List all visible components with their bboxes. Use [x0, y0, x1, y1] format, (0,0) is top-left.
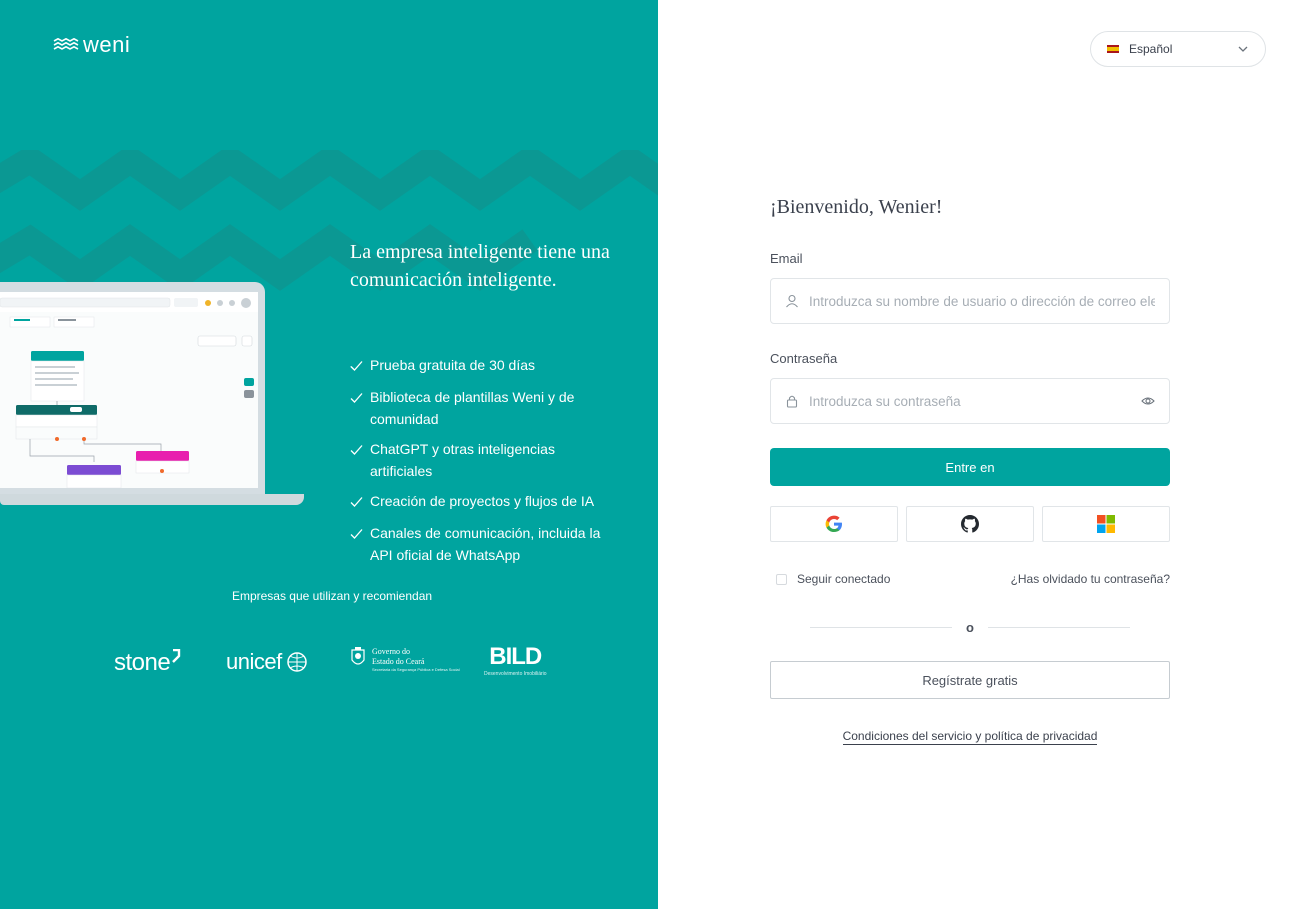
- unicef-globe-icon: [286, 652, 307, 672]
- feature-text: Canales de comunicación, incluida la API…: [370, 525, 601, 563]
- user-icon: [786, 294, 798, 308]
- login-form: ¡Bienvenido, Wenier! Email Contraseña En…: [770, 196, 1170, 745]
- feature-text: Prueba gratuita de 30 días: [370, 357, 536, 373]
- feature-text: Biblioteca de plantillas Weni y de comun…: [370, 389, 575, 427]
- microsoft-login-button[interactable]: [1042, 506, 1170, 542]
- laptop-illustration: [0, 282, 304, 507]
- chevron-down-icon: [1238, 46, 1248, 52]
- language-label: Español: [1129, 42, 1173, 56]
- password-field-container: [770, 378, 1170, 424]
- feature-item: Prueba gratuita de 30 días: [350, 354, 610, 378]
- microsoft-icon: [1097, 515, 1115, 533]
- feature-item: ChatGPT y otras inteligencias artificial…: [350, 438, 610, 482]
- flow-editor-preview: [0, 292, 258, 488]
- terms-container: Condiciones del servicio y política de p…: [770, 727, 1170, 745]
- company-logos: stone unicef Governo do Estado do Ceará …: [114, 643, 554, 693]
- feature-list: Prueba gratuita de 30 días Biblioteca de…: [350, 354, 610, 574]
- email-field-container: [770, 278, 1170, 324]
- or-divider: o: [810, 620, 1131, 635]
- remember-me[interactable]: Seguir conectado: [776, 572, 890, 586]
- google-login-button[interactable]: [770, 506, 898, 542]
- companies-title: Empresas que utilizan y recomiendan: [231, 589, 433, 603]
- eye-icon[interactable]: [1141, 394, 1155, 408]
- password-input[interactable]: [809, 393, 1141, 409]
- feature-item: Biblioteca de plantillas Weni y de comun…: [350, 386, 610, 430]
- ceara-crest-icon: [351, 647, 365, 665]
- email-input[interactable]: [809, 293, 1155, 309]
- bild-logo: BILD Desenvolvimento Imobiliário: [484, 643, 547, 677]
- spain-flag-icon: [1107, 45, 1119, 53]
- google-icon: [825, 515, 842, 532]
- stone-mark-icon: [172, 648, 181, 663]
- remember-checkbox[interactable]: [776, 573, 787, 585]
- unicef-logo: unicef: [226, 649, 310, 675]
- ceara-government-logo: Governo do Estado do Ceará Secretaria da…: [350, 647, 460, 673]
- register-button[interactable]: Regístrate gratis: [770, 661, 1170, 699]
- check-icon: [350, 490, 364, 514]
- remember-label: Seguir conectado: [797, 572, 891, 586]
- logo-text: weni: [83, 32, 131, 57]
- feature-text: Creación de proyectos y flujos de IA: [370, 493, 595, 509]
- remember-row: Seguir conectado ¿Has olvidado tu contra…: [770, 572, 1170, 586]
- github-icon: [961, 515, 979, 533]
- marketing-panel: weni La empresa inteligente tiene una co…: [0, 0, 658, 909]
- password-label: Contraseña: [770, 351, 838, 366]
- check-icon: [350, 438, 364, 482]
- weni-logo: weni: [53, 32, 130, 58]
- language-selector[interactable]: Español: [1090, 31, 1266, 67]
- feature-text: ChatGPT y otras inteligencias artificial…: [370, 441, 555, 479]
- email-label: Email: [770, 251, 803, 266]
- lock-icon: [786, 395, 798, 408]
- github-login-button[interactable]: [906, 506, 1034, 542]
- feature-item: Canales de comunicación, incluida la API…: [350, 522, 610, 566]
- check-icon: [350, 522, 364, 566]
- divider-label: o: [966, 620, 974, 635]
- weni-waves-icon: [53, 38, 79, 50]
- feature-item: Creación de proyectos y flujos de IA: [350, 490, 610, 514]
- terms-link[interactable]: Condiciones del servicio y política de p…: [842, 729, 1098, 745]
- check-icon: [350, 354, 364, 378]
- check-icon: [350, 386, 364, 430]
- forgot-password-link[interactable]: ¿Has olvidado tu contraseña?: [1011, 572, 1170, 586]
- login-button[interactable]: Entre en: [770, 448, 1170, 486]
- welcome-title: ¡Bienvenido, Wenier!: [770, 196, 943, 218]
- headline: La empresa inteligente tiene una comunic…: [350, 241, 610, 291]
- stone-logo: stone: [114, 648, 181, 677]
